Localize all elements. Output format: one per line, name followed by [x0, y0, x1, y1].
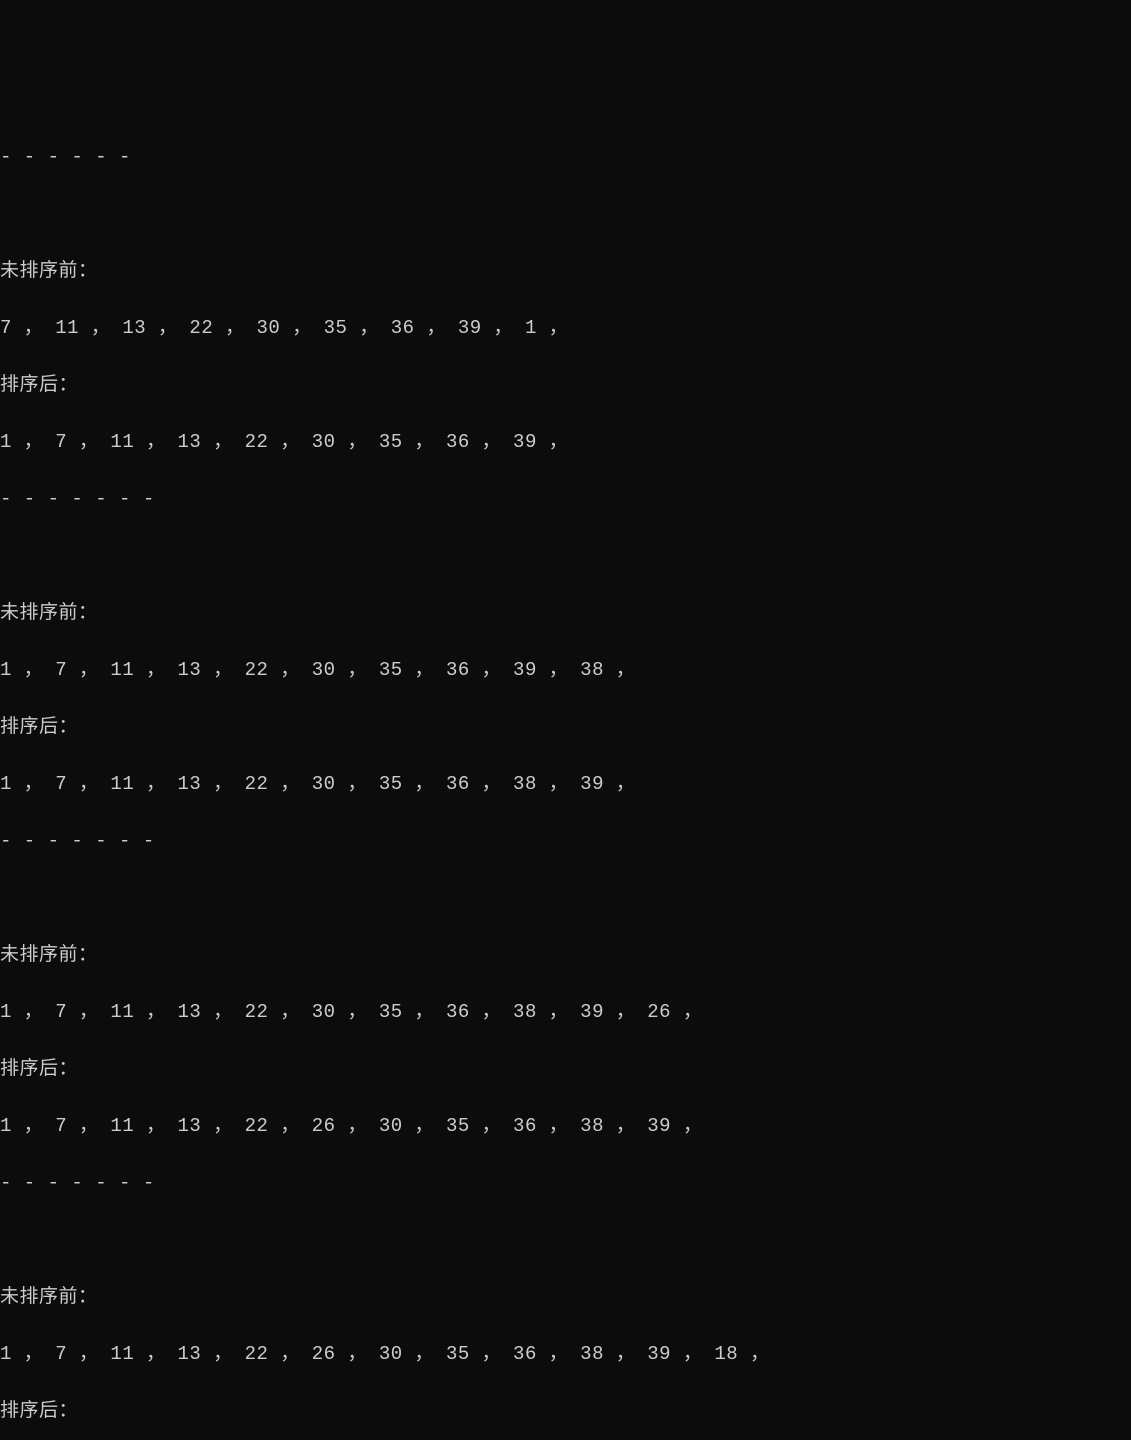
output-line: 1 ， 7 ， 11 ， 13 ， 22 ， 26 ， 30 ， 35 ， 36…: [0, 1340, 1131, 1369]
output-line: 未排序前：: [0, 941, 1131, 970]
output-line: [0, 884, 1131, 913]
output-line: [0, 1226, 1131, 1255]
output-line: 1 ， 7 ， 11 ， 13 ， 22 ， 30 ， 35 ， 36 ， 39…: [0, 656, 1131, 685]
output-line: 7 ， 11 ， 13 ， 22 ， 30 ， 35 ， 36 ， 39 ， 1…: [0, 314, 1131, 343]
output-line: 未排序前：: [0, 257, 1131, 286]
output-line: - - - - - - -: [0, 1169, 1131, 1198]
output-line: 1 ， 7 ， 11 ， 13 ， 22 ， 30 ， 35 ， 36 ， 38…: [0, 998, 1131, 1027]
output-line: 1 ， 7 ， 11 ， 13 ， 22 ， 30 ， 35 ， 36 ， 38…: [0, 770, 1131, 799]
output-line: [0, 542, 1131, 571]
output-line: 未排序前：: [0, 599, 1131, 628]
output-line: [0, 200, 1131, 229]
output-line: 1 ， 7 ， 11 ， 13 ， 22 ， 30 ， 35 ， 36 ， 39…: [0, 428, 1131, 457]
terminal-output: - - - - - - 未排序前： 7 ， 11 ， 13 ， 22 ， 30 …: [0, 114, 1131, 1440]
output-line: 排序后：: [0, 371, 1131, 400]
output-line: 排序后：: [0, 1055, 1131, 1084]
output-line: 未排序前：: [0, 1283, 1131, 1312]
output-line: - - - - - - -: [0, 827, 1131, 856]
output-line: 排序后：: [0, 713, 1131, 742]
output-line: - - - - - - -: [0, 485, 1131, 514]
output-line: 排序后：: [0, 1397, 1131, 1426]
output-line: - - - - - -: [0, 143, 1131, 172]
output-line: 1 ， 7 ， 11 ， 13 ， 22 ， 26 ， 30 ， 35 ， 36…: [0, 1112, 1131, 1141]
